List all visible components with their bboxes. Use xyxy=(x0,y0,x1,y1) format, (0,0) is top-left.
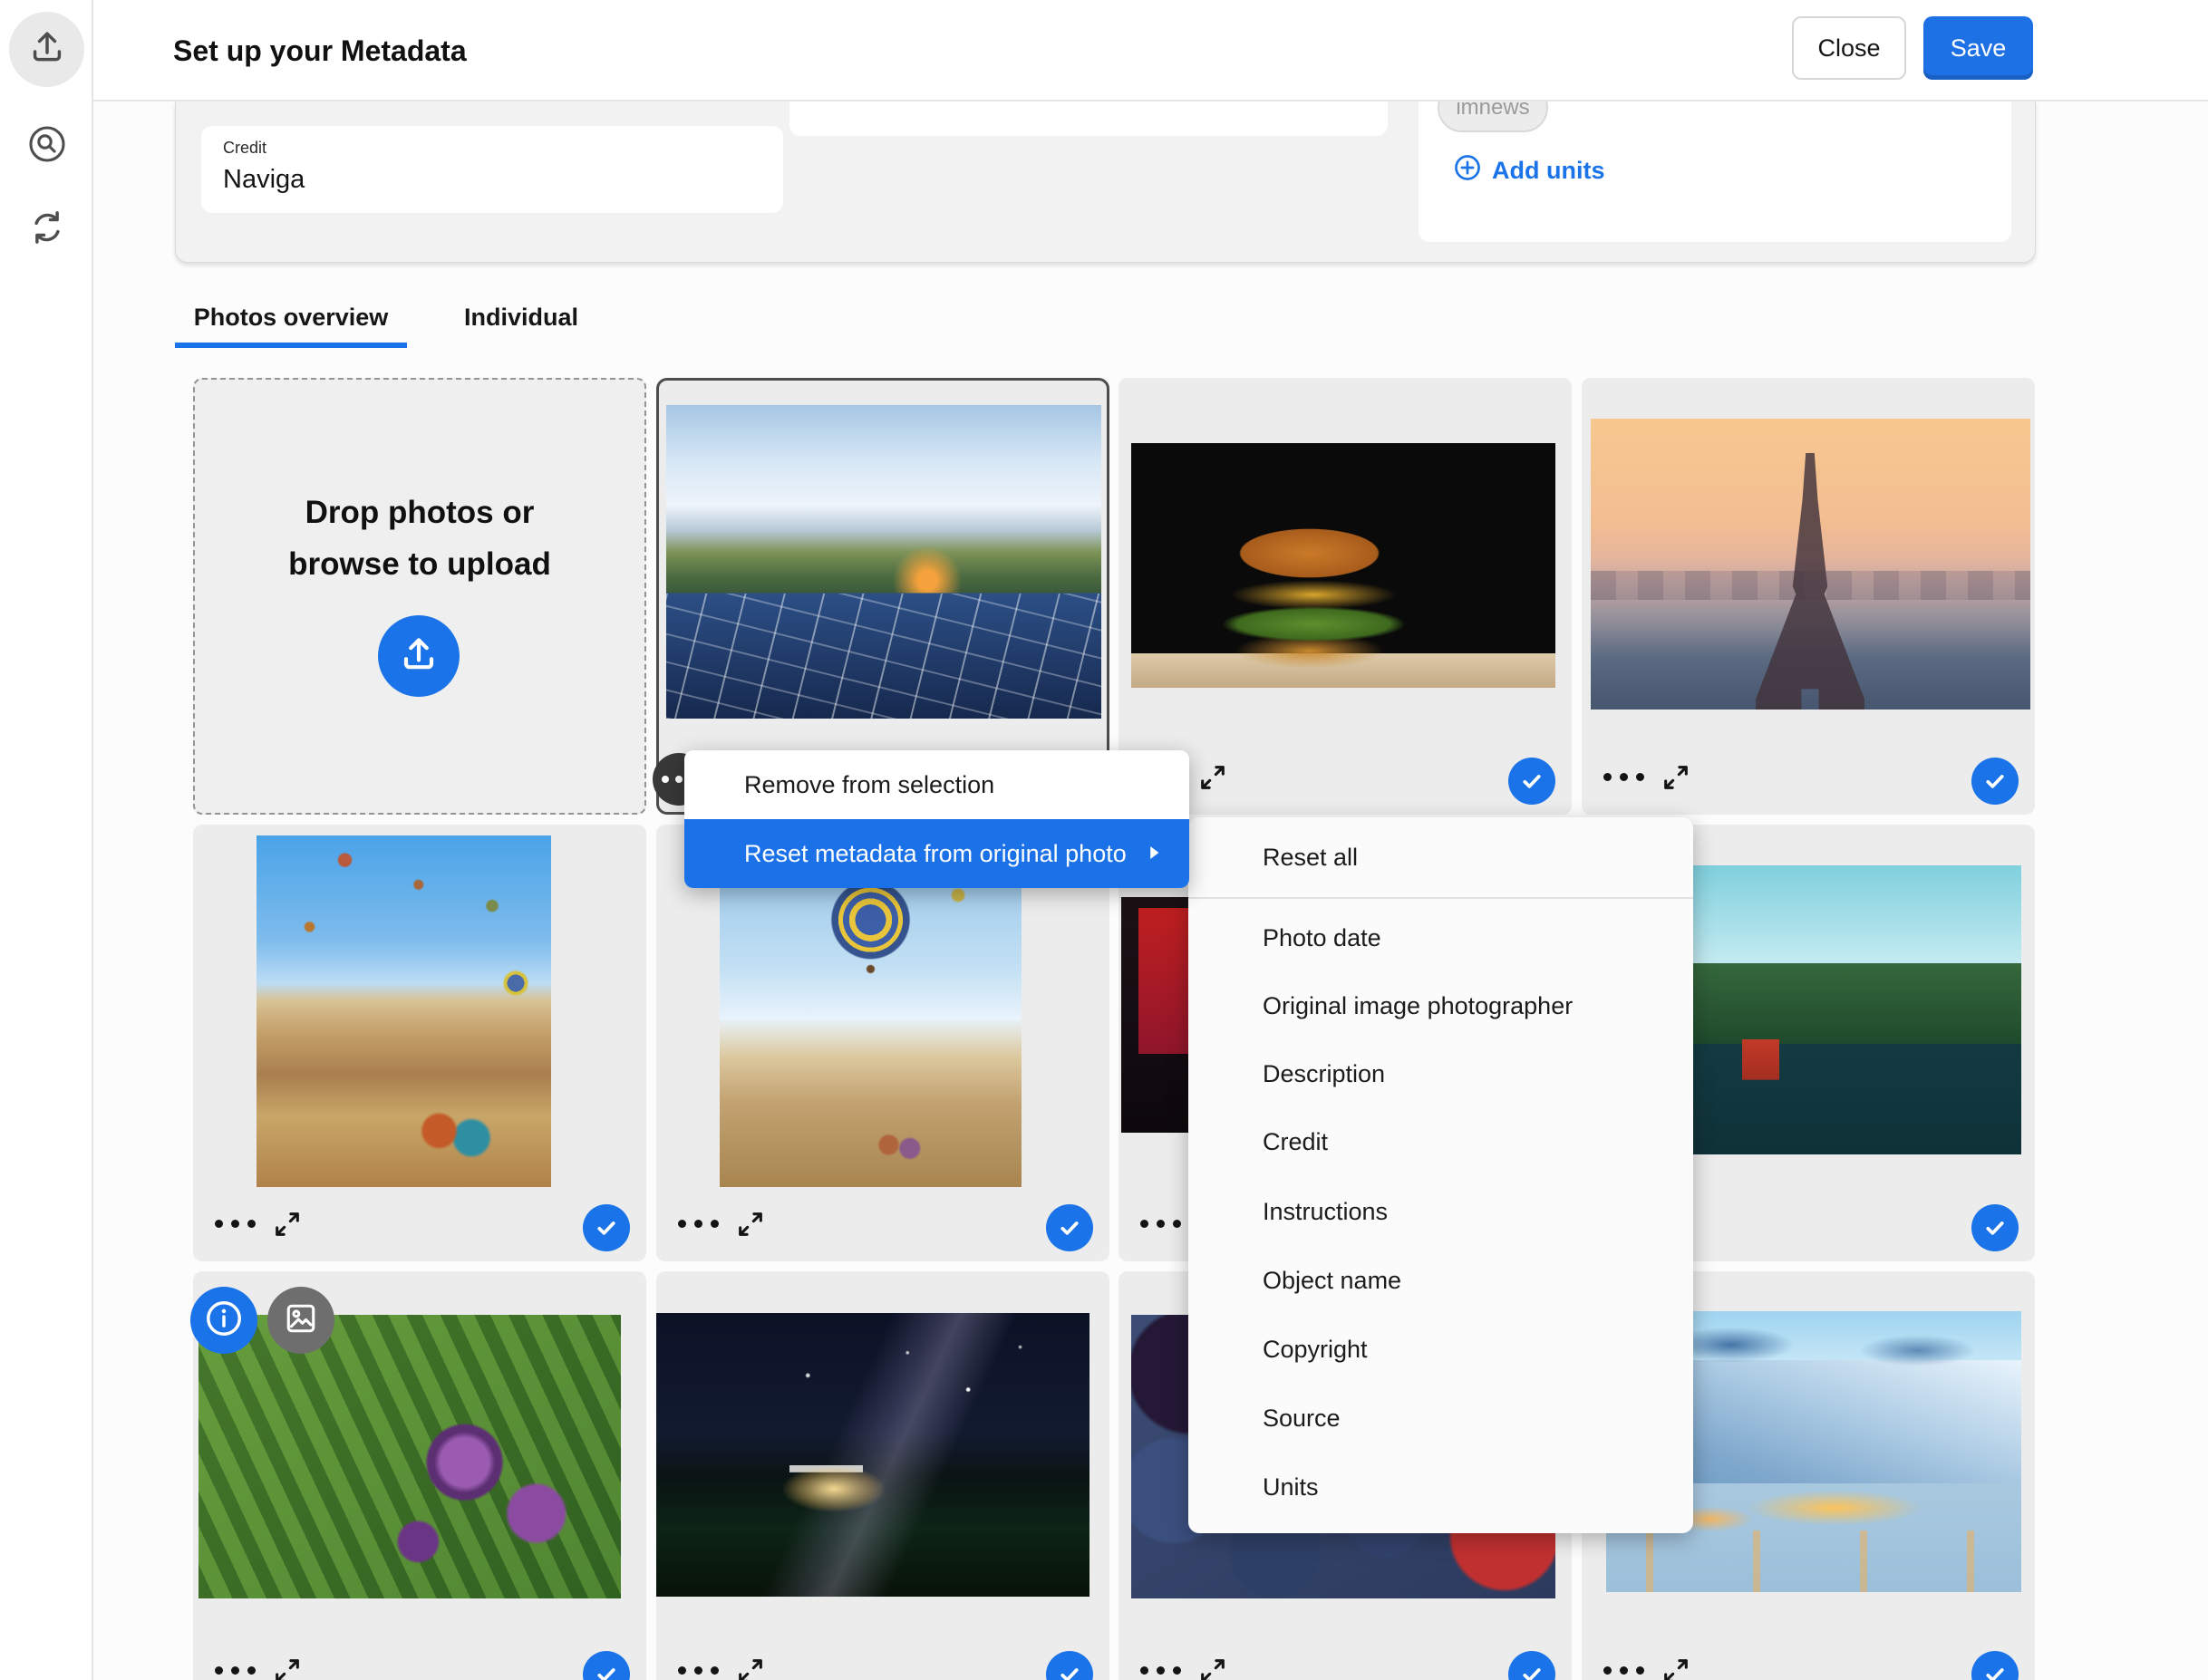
plus-circle-icon xyxy=(1453,153,1482,188)
submenu-item-instructions[interactable]: Instructions xyxy=(1188,1179,1693,1244)
dropzone-text: Drop photos orbrowse to upload xyxy=(195,487,644,590)
more-options-icon[interactable] xyxy=(1140,1220,1181,1228)
expand-icon[interactable] xyxy=(1198,763,1227,792)
more-options-icon[interactable] xyxy=(678,1666,719,1675)
upload-icon xyxy=(397,632,441,681)
edited-image-badge[interactable] xyxy=(267,1287,334,1354)
menu-item-reset-metadata[interactable]: Reset metadata from original photo xyxy=(684,819,1189,888)
more-options-icon[interactable] xyxy=(215,1220,256,1228)
photo-night-camp[interactable] xyxy=(656,1313,1089,1597)
submenu-item-object-name[interactable]: Object name xyxy=(1188,1248,1693,1313)
submenu-item-credit[interactable]: Credit xyxy=(1188,1109,1693,1174)
expand-icon[interactable] xyxy=(736,1210,765,1239)
expand-icon[interactable] xyxy=(1661,1656,1690,1680)
photo-card-plums xyxy=(193,1271,646,1680)
search-icon xyxy=(26,123,68,169)
page-title: Set up your Metadata xyxy=(173,34,467,68)
submenu-item-units[interactable]: Units xyxy=(1188,1454,1693,1520)
expand-icon[interactable] xyxy=(1661,763,1690,792)
expand-icon[interactable] xyxy=(273,1210,302,1239)
upload-metadata-screen: Set up your Metadata Close Save Credit N… xyxy=(0,0,2208,1680)
photo-paris-eiffel-sunset[interactable] xyxy=(1591,419,2030,710)
more-options-icon[interactable] xyxy=(215,1666,256,1675)
credit-field[interactable]: Credit Naviga xyxy=(201,126,783,213)
info-icon xyxy=(204,1299,244,1343)
more-options-icon[interactable] xyxy=(1603,1666,1644,1675)
sync-nav-button[interactable] xyxy=(9,192,84,267)
info-badge[interactable] xyxy=(190,1287,257,1354)
browse-upload-button[interactable] xyxy=(378,615,460,697)
photo-card-solar xyxy=(656,378,1109,815)
active-tab-underline xyxy=(175,343,407,348)
sidebar xyxy=(0,0,93,1680)
upload-icon xyxy=(26,26,68,72)
photo-burger[interactable] xyxy=(1131,443,1555,688)
metadata-form-panel: Credit Naviga imnews Add units xyxy=(175,101,2036,263)
submenu-divider xyxy=(1188,897,1693,899)
add-units-button[interactable]: Add units xyxy=(1453,153,1604,188)
search-nav-button[interactable] xyxy=(9,109,84,184)
photo-solar-panels-city[interactable] xyxy=(666,405,1101,719)
reset-metadata-submenu: Reset all Photo date Original image phot… xyxy=(1188,817,1693,1533)
selected-checkbox[interactable] xyxy=(1508,758,1555,805)
photo-card-balloon xyxy=(656,825,1109,1261)
photo-cappadocia-balloons[interactable] xyxy=(257,835,551,1187)
selected-checkbox[interactable] xyxy=(1971,1651,2019,1680)
photo-plums-on-branch[interactable] xyxy=(199,1315,621,1598)
selected-checkbox[interactable] xyxy=(583,1651,630,1680)
submenu-item-copyright[interactable]: Copyright xyxy=(1188,1317,1693,1382)
submenu-item-reset-all[interactable]: Reset all xyxy=(1188,825,1693,890)
photo-context-menu: Remove from selection Reset metadata fro… xyxy=(684,750,1189,888)
menu-item-remove-from-selection[interactable]: Remove from selection xyxy=(684,750,1189,819)
upload-nav-button[interactable] xyxy=(9,12,84,87)
expand-icon[interactable] xyxy=(1198,1656,1227,1680)
credit-value: Naviga xyxy=(223,165,761,195)
photo-card-burger xyxy=(1119,378,1572,815)
save-button[interactable]: Save xyxy=(1923,16,2033,80)
more-options-icon[interactable] xyxy=(1603,773,1644,781)
submenu-item-source[interactable]: Source xyxy=(1188,1386,1693,1451)
submenu-arrow-icon xyxy=(1142,841,1166,864)
submenu-item-description[interactable]: Description xyxy=(1188,1041,1693,1106)
tab-photos-overview[interactable]: Photos overview xyxy=(175,292,407,343)
add-units-label: Add units xyxy=(1492,157,1604,185)
selected-checkbox[interactable] xyxy=(1971,1204,2019,1251)
header-bar: Set up your Metadata Close Save xyxy=(93,0,2208,101)
photo-card-cappadocia xyxy=(193,825,646,1261)
expand-icon[interactable] xyxy=(736,1656,765,1680)
more-options-icon[interactable] xyxy=(678,1220,719,1228)
image-icon xyxy=(281,1299,321,1343)
photo-card-paris xyxy=(1582,378,2035,815)
sync-icon xyxy=(26,207,68,253)
photo-card-night-camp xyxy=(656,1271,1109,1680)
partial-input-field[interactable] xyxy=(789,101,1388,136)
tab-individual[interactable]: Individual xyxy=(443,292,599,343)
selected-checkbox[interactable] xyxy=(583,1204,630,1251)
expand-icon[interactable] xyxy=(273,1656,302,1680)
drop-photos-dropzone[interactable]: Drop photos orbrowse to upload xyxy=(193,378,646,815)
submenu-item-photo-date[interactable]: Photo date xyxy=(1188,905,1693,970)
selected-checkbox[interactable] xyxy=(1508,1651,1555,1680)
photo-hot-air-balloon[interactable] xyxy=(720,835,1022,1187)
selected-checkbox[interactable] xyxy=(1046,1651,1093,1680)
credit-label: Credit xyxy=(223,139,761,158)
submenu-item-original-photographer[interactable]: Original image photographer xyxy=(1188,973,1693,1038)
selected-checkbox[interactable] xyxy=(1971,758,2019,805)
more-options-icon[interactable] xyxy=(1140,1666,1181,1675)
units-chip[interactable]: imnews xyxy=(1438,101,1548,132)
selected-checkbox[interactable] xyxy=(1046,1204,1093,1251)
close-button[interactable]: Close xyxy=(1792,16,1906,80)
eiffel-tower-silhouette xyxy=(1756,453,1864,710)
